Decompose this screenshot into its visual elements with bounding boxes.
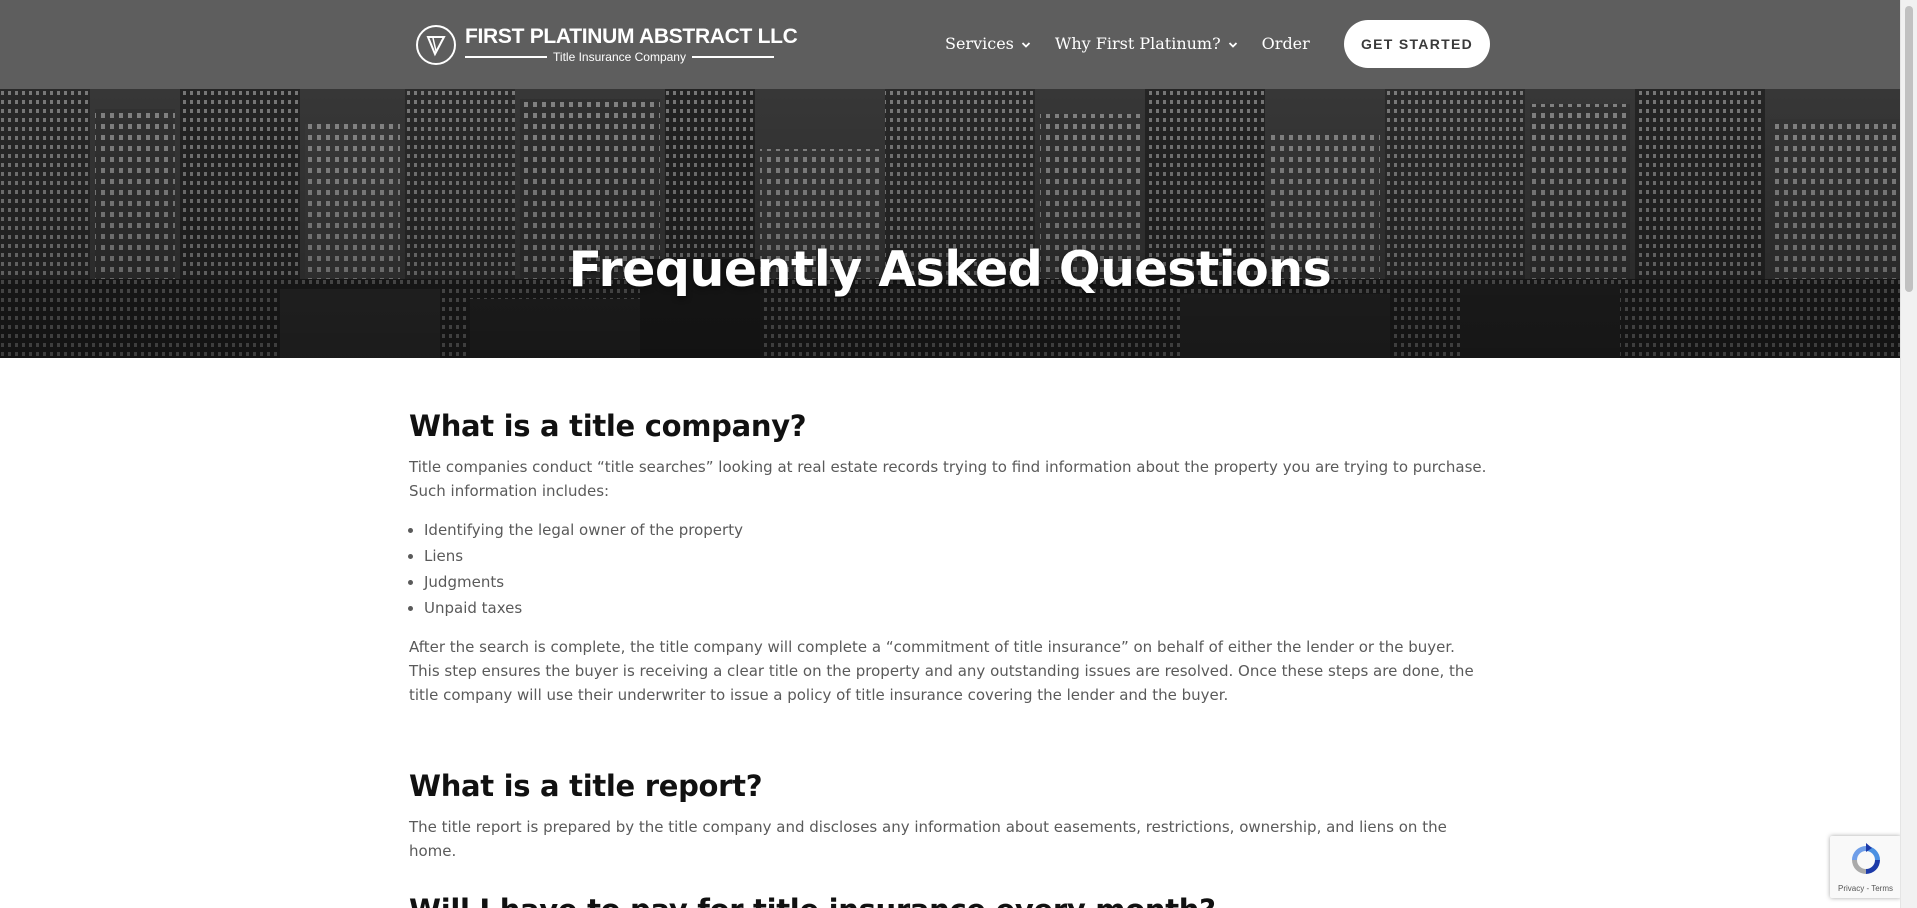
faq-item-title-insurance-payment: Will I have to pay for title insurance e… <box>409 893 1489 908</box>
recaptcha-terms-link[interactable]: Terms <box>1871 884 1893 893</box>
list-item: Liens <box>424 543 1489 569</box>
platinum-v-circle-icon <box>416 25 456 65</box>
scrollbar-thumb[interactable] <box>1905 6 1913 292</box>
nav-why-label: Why First Platinum? <box>1054 34 1221 53</box>
faq-answer-after: After the search is complete, the title … <box>409 638 1474 704</box>
recaptcha-icon <box>1848 842 1884 882</box>
faq-question: What is a title company? <box>409 409 807 443</box>
recaptcha-badge[interactable]: Privacy - Terms <box>1830 836 1901 898</box>
list-item: Identifying the legal owner of the prope… <box>424 517 1489 543</box>
page: FIRST PLATINUM ABSTRACT LLC Title Insura… <box>0 0 1917 908</box>
nav-services-label: Services <box>945 34 1014 53</box>
site-logo[interactable]: FIRST PLATINUM ABSTRACT LLC Title Insura… <box>416 23 798 67</box>
logo-divider-left <box>465 56 548 58</box>
nav-item-why-first-platinum[interactable]: Why First Platinum? <box>1055 34 1238 53</box>
faq-question: What is a title report? <box>409 769 763 803</box>
page-title: Frequently Asked Questions <box>568 241 1332 298</box>
logo-divider-right <box>691 56 775 58</box>
nav-item-order[interactable]: Order <box>1262 34 1310 53</box>
nav-order-label: Order <box>1261 34 1310 53</box>
faq-item-title-company: What is a title company? Title companies… <box>409 409 1489 707</box>
faq-item-title-report: What is a title report? The title report… <box>409 769 1489 863</box>
logo-tagline: Title Insurance Company <box>553 50 686 64</box>
page-scrollbar[interactable] <box>1900 0 1917 908</box>
chevron-down-icon <box>1021 34 1031 53</box>
logo-tagline-row: Title Insurance Company <box>465 50 775 64</box>
recaptcha-links: Privacy - Terms <box>1838 884 1893 893</box>
faq-answer-lead: Title companies conduct “title searches”… <box>409 458 1487 500</box>
list-item: Judgments <box>424 569 1489 595</box>
list-item: Unpaid taxes <box>424 595 1489 621</box>
city-skyline-image <box>0 89 1900 358</box>
get-started-button[interactable]: GET STARTED <box>1344 20 1490 68</box>
faq-answer: The title report is prepared by the titl… <box>409 818 1447 860</box>
nav-item-services[interactable]: Services <box>945 34 1031 53</box>
faq-question: Will I have to pay for title insurance e… <box>409 893 1489 908</box>
main-nav: Services Why First Platinum? Order <box>945 34 1310 53</box>
logo-company-name: FIRST PLATINUM ABSTRACT LLC <box>465 25 798 48</box>
site-header: FIRST PLATINUM ABSTRACT LLC Title Insura… <box>0 0 1900 89</box>
faq-info-list: Identifying the legal owner of the prope… <box>409 517 1489 621</box>
logo-text: FIRST PLATINUM ABSTRACT LLC Title Insura… <box>465 23 798 67</box>
hero-banner: Frequently Asked Questions <box>0 89 1900 358</box>
recaptcha-privacy-link[interactable]: Privacy <box>1838 884 1864 893</box>
chevron-down-icon <box>1228 34 1238 53</box>
